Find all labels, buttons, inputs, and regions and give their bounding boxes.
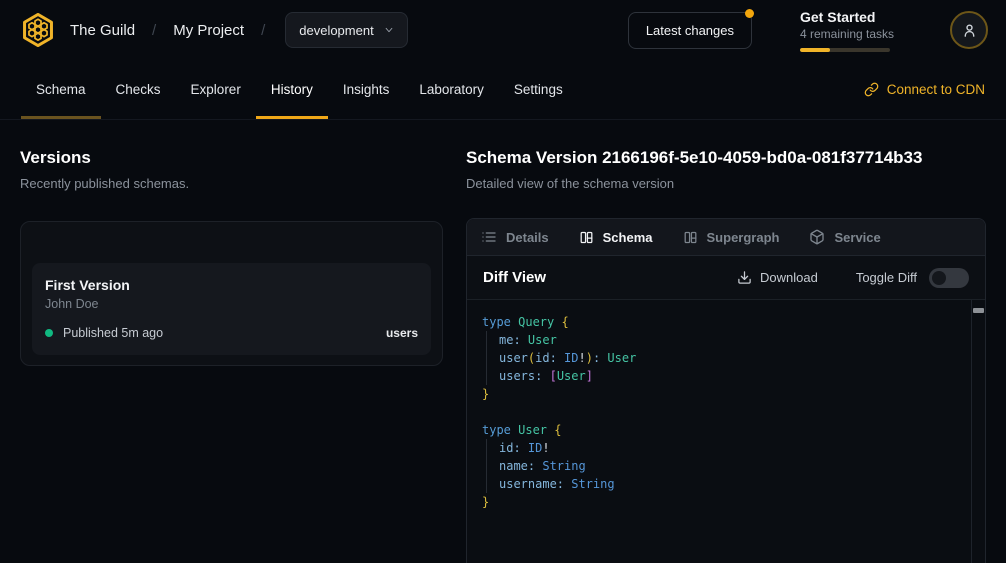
nav-tab-label: Insights: [343, 82, 390, 97]
nav-tab-schema[interactable]: Schema: [21, 60, 101, 119]
main-content: Versions Recently published schemas. Fir…: [0, 120, 1006, 563]
code-lines: type Query {me: Useruser(id: ID!): Useru…: [482, 313, 961, 511]
nav-tab-label: Checks: [116, 82, 161, 97]
download-icon: [737, 270, 752, 285]
schema-code-block[interactable]: type Query {me: Useruser(id: ID!): Useru…: [467, 300, 985, 563]
user-icon: [961, 22, 978, 39]
download-button[interactable]: Download: [737, 270, 818, 285]
nav-tab-label: History: [271, 82, 313, 97]
versions-title: Versions: [20, 148, 443, 168]
nav-tab-history[interactable]: History: [256, 60, 328, 119]
nav-tab-explorer[interactable]: Explorer: [176, 60, 256, 119]
tab-label: Schema: [603, 230, 653, 245]
list-icon: [481, 229, 497, 245]
breadcrumb-org[interactable]: The Guild: [70, 22, 135, 39]
version-service-badge: users: [386, 326, 418, 340]
versions-column: Versions Recently published schemas. Fir…: [20, 148, 443, 563]
app-header: The Guild / My Project / development Lat…: [0, 0, 1006, 60]
breadcrumb-separator: /: [261, 22, 265, 39]
version-title: First Version: [45, 277, 418, 293]
get-started-progress: [800, 48, 890, 52]
user-avatar[interactable]: [950, 11, 988, 49]
toggle-diff-label: Toggle Diff: [856, 270, 917, 285]
tab-service[interactable]: Service: [809, 229, 880, 245]
download-label: Download: [760, 270, 818, 285]
code-scrollbar[interactable]: [971, 300, 985, 563]
tab-schema[interactable]: Schema: [579, 230, 653, 245]
nav-tab-label: Schema: [36, 82, 86, 97]
get-started-widget[interactable]: Get Started 4 remaining tasks: [800, 9, 890, 52]
tab-details[interactable]: Details: [481, 229, 549, 245]
columns-icon: [579, 230, 594, 245]
nav-tab-label: Explorer: [191, 82, 241, 97]
connect-to-cdn-link[interactable]: Connect to CDN: [864, 60, 985, 119]
version-author: John Doe: [45, 297, 418, 311]
main-nav: Schema Checks Explorer History Insights …: [0, 60, 1006, 120]
get-started-subtitle: 4 remaining tasks: [800, 27, 890, 41]
version-meta: Published 5m ago users: [45, 326, 418, 340]
nav-tab-label: Laboratory: [419, 82, 484, 97]
nav-tab-laboratory[interactable]: Laboratory: [404, 60, 499, 119]
nav-tab-label: Settings: [514, 82, 563, 97]
tab-label: Details: [506, 230, 549, 245]
breadcrumb-separator: /: [152, 22, 156, 39]
tab-supergraph[interactable]: Supergraph: [683, 230, 780, 245]
breadcrumb-project[interactable]: My Project: [173, 22, 244, 39]
notification-dot: [745, 9, 754, 18]
chevron-down-icon: [384, 25, 394, 35]
columns-icon: [683, 230, 698, 245]
latest-changes-button[interactable]: Latest changes: [628, 12, 752, 49]
connect-to-cdn-label: Connect to CDN: [887, 82, 985, 97]
latest-changes-label: Latest changes: [646, 23, 734, 38]
published-status-dot: [45, 329, 53, 337]
nav-tab-settings[interactable]: Settings: [499, 60, 578, 119]
progress-fill: [800, 48, 830, 52]
versions-list-card: First Version John Doe Published 5m ago …: [20, 221, 443, 366]
environment-select-value: development: [299, 23, 373, 38]
nav-tab-checks[interactable]: Checks: [101, 60, 176, 119]
schema-version-title: Schema Version 2166196f-5e10-4059-bd0a-0…: [466, 148, 986, 168]
nav-tab-insights[interactable]: Insights: [328, 60, 405, 119]
guild-logo-icon[interactable]: [18, 10, 58, 50]
version-status: Published 5m ago: [63, 326, 163, 340]
versions-subtitle: Recently published schemas.: [20, 176, 443, 191]
version-list-item[interactable]: First Version John Doe Published 5m ago …: [32, 263, 431, 355]
toggle-diff-switch[interactable]: [929, 268, 969, 288]
cube-icon: [809, 229, 825, 245]
switch-knob: [932, 271, 946, 285]
schema-version-column: Schema Version 2166196f-5e10-4059-bd0a-0…: [466, 148, 986, 563]
breadcrumb: The Guild / My Project /: [70, 22, 265, 39]
get-started-title: Get Started: [800, 9, 890, 25]
link-icon: [864, 82, 879, 97]
schema-version-subtitle: Detailed view of the schema version: [466, 176, 986, 191]
diff-view-title: Diff View: [483, 269, 546, 286]
tab-label: Service: [834, 230, 880, 245]
diff-toolbar: Diff View Download Toggle Diff: [467, 256, 985, 300]
schema-tabbar: Details Schema Supergraph Service: [467, 219, 985, 256]
tab-label: Supergraph: [707, 230, 780, 245]
environment-select[interactable]: development: [285, 12, 407, 48]
scrollbar-thumb[interactable]: [973, 308, 984, 313]
schema-version-panel: Details Schema Supergraph Service Diff V…: [466, 218, 986, 563]
